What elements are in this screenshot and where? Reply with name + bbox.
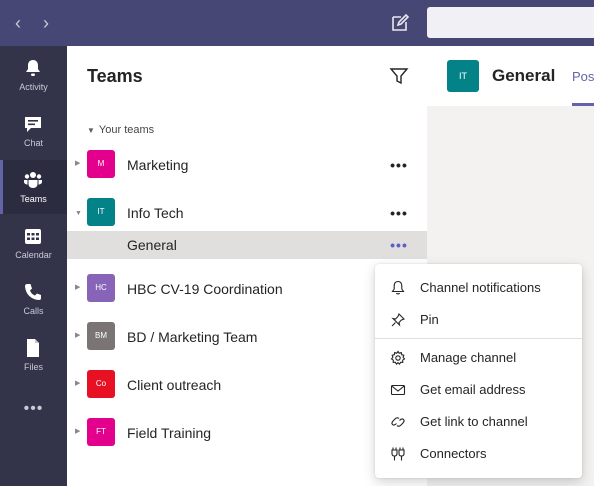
more-options-icon[interactable]: ••• [387,237,411,253]
menu-item-manage-channel[interactable]: Manage channel [375,342,582,374]
menu-item-get-email-address[interactable]: Get email address [375,374,582,406]
rail-item-activity[interactable]: Activity [0,48,67,102]
caret-down-icon: ▼ [75,210,82,217]
caret-right-icon: ▶ [75,160,81,167]
gear-icon [390,350,406,365]
rail-item-calls[interactable]: Calls [0,272,67,326]
page-title: Teams [87,66,143,86]
rail-label: Files [23,362,43,372]
bell-icon [391,280,405,295]
team-row-client-outreach[interactable]: ▶ Co Client outreach [67,360,427,408]
menu-item-connectors[interactable]: Connectors [375,438,582,470]
menu-label: Get email address [420,382,526,397]
team-name: Client outreach [127,377,222,393]
rail-label: Teams [20,194,47,204]
rail-item-files[interactable]: Files [0,328,67,382]
rail-label: Chat [23,138,43,148]
caret-right-icon: ▶ [75,380,81,387]
more-options-icon[interactable]: ••• [387,157,411,173]
rail-label: Calendar [15,250,52,260]
menu-item-get-link-to-channel[interactable]: Get link to channel [375,406,582,438]
channel-name: General [127,237,177,253]
phone-icon [25,284,41,300]
rail-label: Calls [23,306,44,316]
title-bar: ‹ › [0,0,594,46]
team-name: BD / Marketing Team [127,329,258,345]
pin-icon [391,313,405,327]
team-name: Field Training [127,425,212,441]
chat-icon [25,117,41,132]
more-apps-icon[interactable]: ••• [0,400,67,424]
channel-context-menu: Channel notifications Pin Manage channel… [375,264,582,478]
team-avatar: Co [87,370,115,398]
active-tab-indicator [572,103,594,106]
menu-item-pin[interactable]: Pin [375,304,582,336]
link-icon [391,417,405,427]
calendar-icon [25,229,41,244]
filter-icon[interactable] [389,66,409,86]
channel-row-general[interactable]: General ••• [67,231,427,259]
teams-icon [24,172,42,188]
bell-icon [26,60,40,76]
channel-header: IT General Pos [427,46,594,106]
app-rail: Activity Chat Teams Calendar Calls Files… [0,46,67,486]
back-arrow-icon[interactable]: ‹ [6,11,30,35]
team-name: HBC CV-19 Coordination [127,281,283,297]
team-row-marketing[interactable]: ▶ M Marketing ••• [67,140,427,188]
teams-pane: Teams ▼ Your teams ▶ M Marketing ••• ▼ IT… [67,46,427,486]
rail-item-calendar[interactable]: Calendar [0,216,67,270]
caret-right-icon: ▶ [75,284,81,291]
team-avatar: IT [447,60,479,92]
file-icon [27,339,39,357]
rail-item-chat[interactable]: Chat [0,104,67,158]
more-options-icon[interactable]: ••• [387,205,411,221]
team-row-hbc-cv19[interactable]: ▶ HC HBC CV-19 Coordination [67,264,427,312]
menu-label: Channel notifications [420,280,541,295]
team-avatar: BM [87,322,115,350]
section-header-your-teams[interactable]: ▼ Your teams [87,124,154,136]
menu-label: Pin [420,312,439,327]
menu-label: Connectors [420,446,487,461]
team-avatar: M [87,150,115,178]
caret-right-icon: ▶ [75,428,81,435]
team-avatar: FT [87,418,115,446]
rail-label: Activity [19,82,48,92]
mail-icon [390,384,406,396]
team-avatar: IT [87,198,115,226]
forward-arrow-icon[interactable]: › [34,11,58,35]
compose-icon[interactable] [388,11,412,35]
plug-icon [391,447,405,461]
team-name: Marketing [127,157,189,173]
team-row-field-training[interactable]: ▶ FT Field Training [67,408,427,456]
team-name: Info Tech [127,205,184,221]
team-avatar: HC [87,274,115,302]
team-row-bd-marketing[interactable]: ▶ BM BD / Marketing Team [67,312,427,360]
menu-item-channel-notifications[interactable]: Channel notifications [375,272,582,304]
team-row-info-tech[interactable]: ▼ IT Info Tech ••• [67,188,427,236]
caret-right-icon: ▶ [75,332,81,339]
menu-divider [375,338,582,339]
caret-down-icon: ▼ [87,126,95,135]
menu-label: Get link to channel [420,414,528,429]
section-label: Your teams [98,124,155,136]
menu-label: Manage channel [420,350,517,365]
search-input[interactable] [427,7,594,38]
tab-posts[interactable]: Pos [572,69,594,84]
rail-item-teams[interactable]: Teams [0,160,67,214]
channel-title: General [492,66,556,85]
